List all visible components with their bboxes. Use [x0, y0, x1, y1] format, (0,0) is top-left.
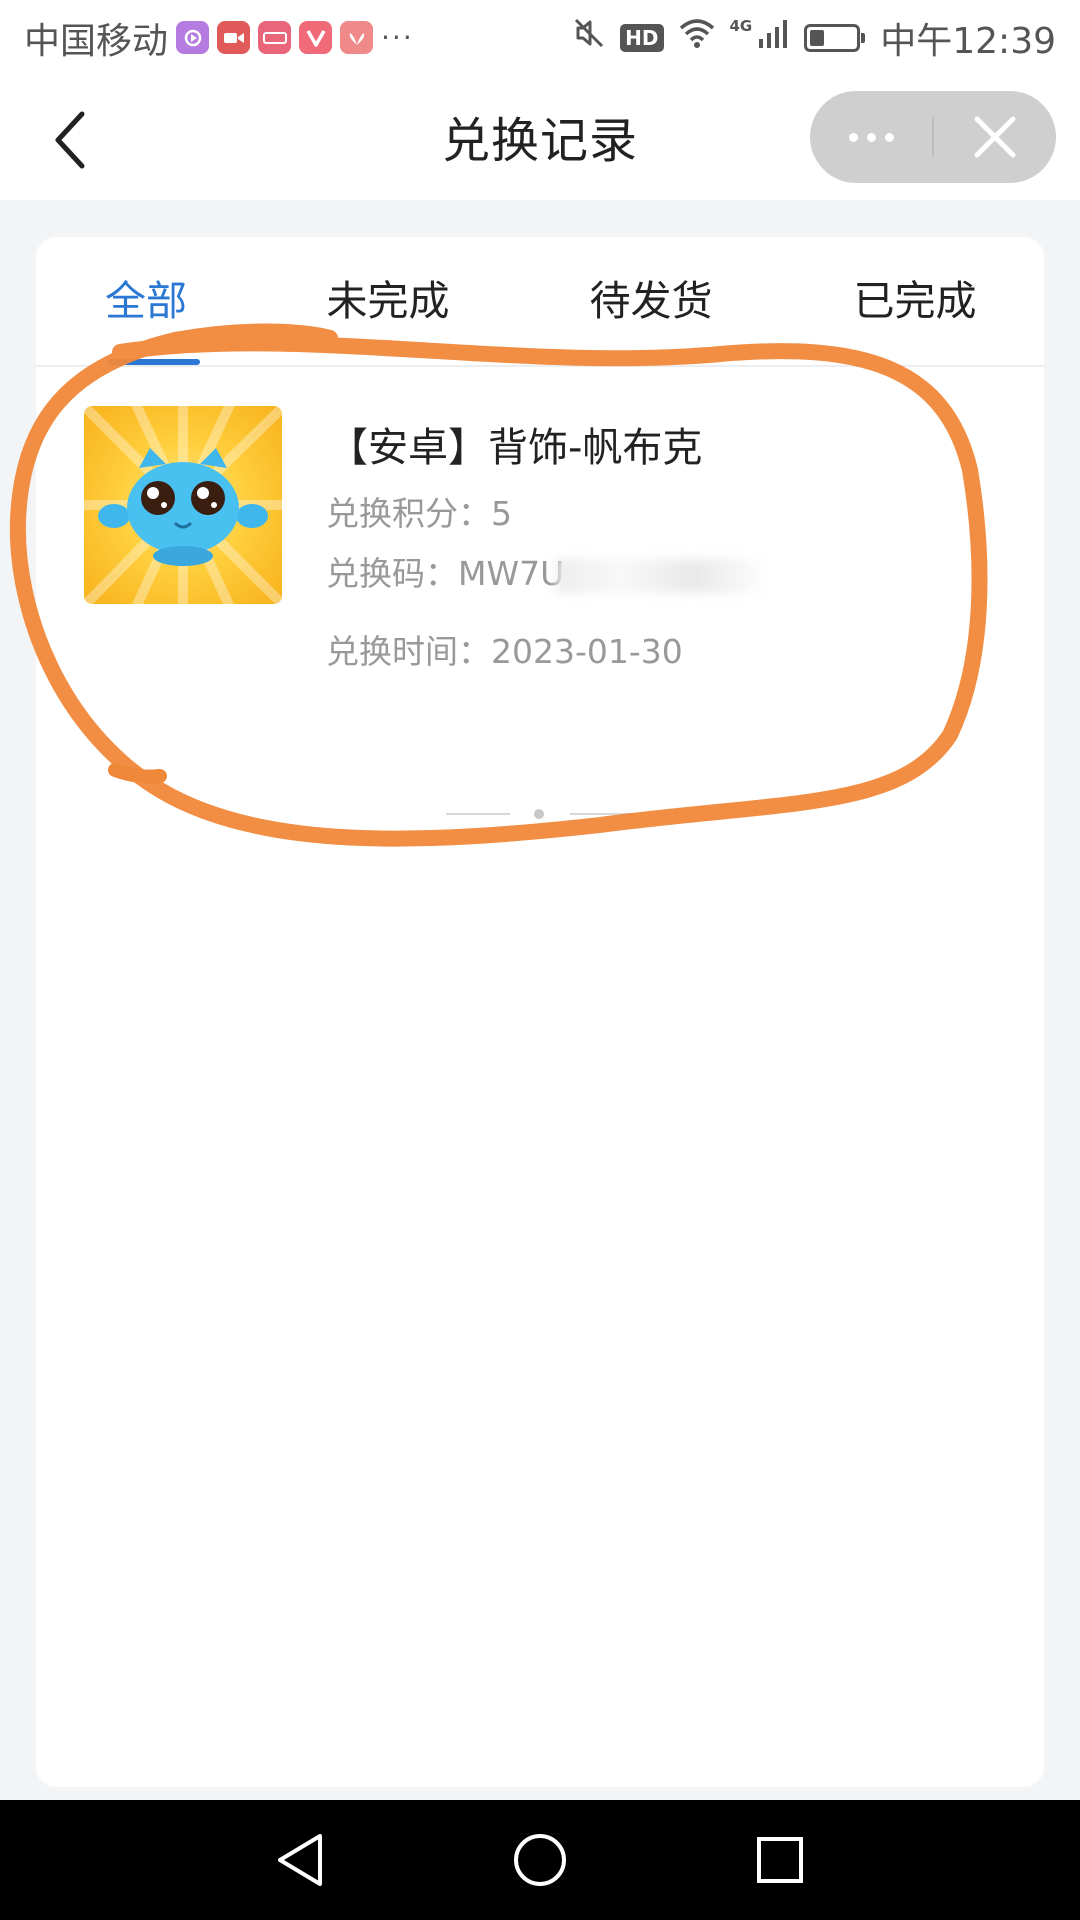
- hd-badge: HD: [620, 23, 664, 52]
- code-label: 兑换码：: [326, 554, 458, 593]
- code-value[interactable]: MW7U: [458, 554, 564, 593]
- more-button[interactable]: [810, 91, 932, 183]
- close-button[interactable]: [934, 91, 1056, 183]
- tab-completed[interactable]: 已完成: [854, 267, 977, 327]
- signal-icon: [758, 17, 790, 58]
- nav-home-button[interactable]: [505, 1825, 575, 1895]
- system-navigation-bar: [0, 1800, 1080, 1920]
- carrier-label: 中国移动: [24, 20, 169, 62]
- nav-home-circle-icon: [514, 1834, 566, 1886]
- clock: 中午12:39: [880, 20, 1056, 62]
- redacted-blur: [556, 558, 762, 593]
- nav-recent-square-icon: [757, 1837, 803, 1883]
- nav-back-button[interactable]: [265, 1825, 335, 1895]
- time-value: 2023-01-30: [491, 632, 683, 671]
- nav-recent-button[interactable]: [745, 1825, 815, 1895]
- mute-icon: [572, 16, 606, 59]
- points-row: 兑换积分：5: [326, 487, 512, 535]
- points-label: 兑换积分：: [326, 494, 491, 533]
- tab-bar: 全部 未完成 待发货 已完成: [36, 237, 1044, 367]
- end-of-list-indicator: [446, 808, 634, 820]
- tab-incomplete[interactable]: 未完成: [327, 267, 450, 327]
- time-row: 兑换时间：2023-01-30: [326, 625, 683, 673]
- status-bar: 中国移动 ··· HD 4G 中午12:39: [0, 0, 1080, 75]
- list-item[interactable]: 【安卓】背饰-帆布克 兑换积分：5 兑换码：MW7U 兑换时间：2023-01-…: [36, 367, 1044, 671]
- app-video-icon: [258, 21, 292, 54]
- active-tab-indicator: [108, 359, 200, 365]
- battery-icon: [804, 23, 866, 52]
- loader-dot: [534, 809, 544, 819]
- app-camera-icon: [217, 21, 251, 54]
- blue-creature-image: [84, 406, 282, 604]
- wifi-icon: [678, 17, 716, 58]
- item-title: 【安卓】背饰-帆布克: [328, 425, 703, 471]
- mini-program-capsule: [810, 91, 1056, 183]
- app-huawei-icon: [340, 21, 374, 54]
- loader-line-right: [570, 813, 634, 815]
- tab-all[interactable]: 全部: [105, 267, 187, 327]
- item-thumbnail: [84, 406, 282, 604]
- navigation-header: 兑换记录: [0, 75, 1080, 200]
- more-dots-icon: [848, 132, 858, 142]
- time-label: 兑换时间：: [326, 632, 491, 671]
- app-v-icon: [299, 21, 333, 54]
- code-row: 兑换码：MW7U: [326, 547, 762, 595]
- tab-pending-shipment[interactable]: 待发货: [590, 267, 713, 327]
- close-icon: [974, 116, 1016, 158]
- app-purple-icon: [176, 21, 210, 54]
- nav-back-triangle-icon: [278, 1834, 322, 1886]
- points-value: 5: [491, 494, 512, 533]
- network-type: 4G: [729, 16, 753, 35]
- loader-line-left: [446, 813, 510, 815]
- records-card: 全部 未完成 待发货 已完成 【安卓】背饰-帆布克 兑换积分：5 兑换码：MW7…: [36, 237, 1044, 1787]
- more-notifications: ···: [381, 21, 414, 54]
